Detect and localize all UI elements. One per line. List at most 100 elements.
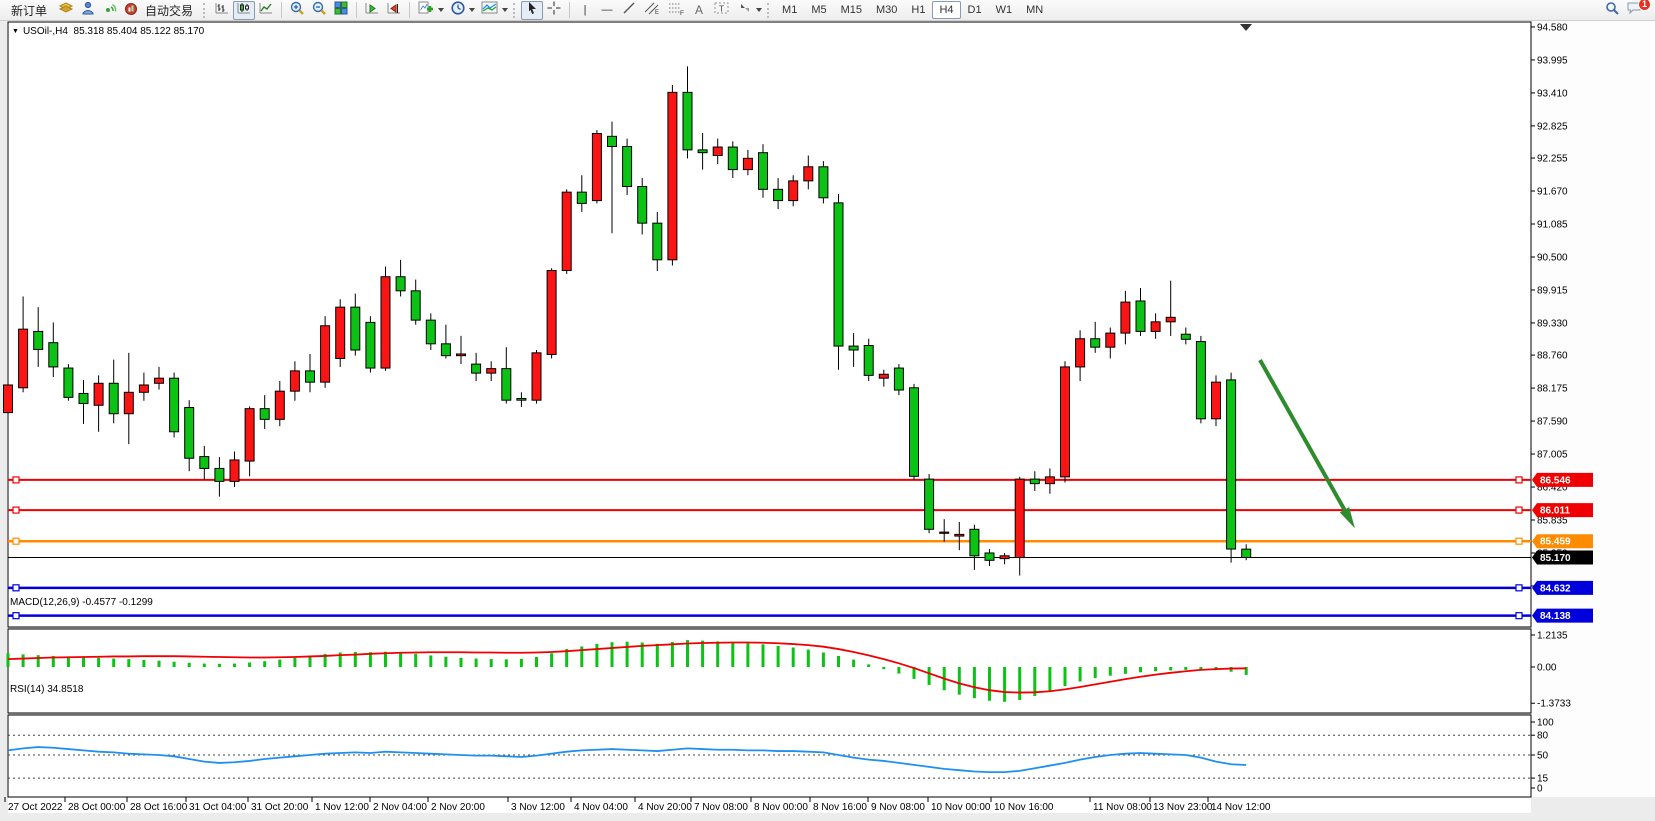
line-handle[interactable] <box>1516 585 1522 591</box>
line-chart-button[interactable] <box>255 1 277 20</box>
bar-chart-button[interactable] <box>211 1 233 20</box>
auto-scroll-icon <box>364 0 380 21</box>
trendline-tool-button[interactable] <box>618 1 640 20</box>
time-axis-label: 2 Nov 20:00 <box>431 802 485 813</box>
label-tool-button[interactable]: T <box>710 1 734 20</box>
search-button[interactable] <box>1601 1 1623 20</box>
auto-trading-icon <box>124 0 140 21</box>
svg-text:T: T <box>719 3 724 13</box>
chart-shift-icon <box>386 0 402 21</box>
svg-text:F: F <box>680 10 684 16</box>
zoom-in-button[interactable] <box>286 1 308 20</box>
gold-book-icon <box>58 0 74 21</box>
add-indicator-caret-icon[interactable] <box>438 8 444 12</box>
rsi-name: RSI(14) <box>10 684 44 695</box>
candlestick-chart-button[interactable] <box>233 1 255 20</box>
notification-count-badge: 1 <box>1638 0 1651 11</box>
toolbar-drag-handle[interactable] <box>203 3 208 18</box>
time-axis-label: 4 Nov 20:00 <box>638 802 692 813</box>
toolbar-drag-handle[interactable] <box>513 3 518 18</box>
zoom-out-button[interactable] <box>308 1 330 20</box>
line-handle[interactable] <box>13 477 19 483</box>
svg-text:84.138: 84.138 <box>1540 611 1571 622</box>
tab-timeframe-w1[interactable]: W1 <box>989 1 1020 19</box>
time-axis-label: 11 Nov 08:00 <box>1093 802 1152 813</box>
bar-chart-icon <box>214 0 230 21</box>
line-handle[interactable] <box>13 585 19 591</box>
tab-timeframe-d1[interactable]: D1 <box>961 1 989 19</box>
label-tool-icon: T <box>713 0 731 21</box>
svg-text:91.085: 91.085 <box>1537 220 1568 231</box>
line-handle[interactable] <box>13 613 19 619</box>
tab-timeframe-m15[interactable]: M15 <box>834 1 869 19</box>
line-handle[interactable] <box>1516 507 1522 513</box>
auto-trading-button[interactable]: 自动交易 <box>121 1 201 20</box>
symbol-dropdown-icon[interactable]: ▼ <box>12 28 19 35</box>
tab-timeframe-h1[interactable]: H1 <box>904 1 932 19</box>
svg-text:0.00: 0.00 <box>1537 663 1557 674</box>
svg-text:0: 0 <box>1537 784 1543 795</box>
line-handle[interactable] <box>1516 538 1522 544</box>
vertical-line-tool-button[interactable]: | <box>574 1 596 20</box>
equidistant-channel-icon: E <box>643 0 661 21</box>
arrows-tool-button[interactable] <box>734 1 765 20</box>
time-axis-label: 31 Oct 04:00 <box>189 802 247 813</box>
line-handle[interactable] <box>1516 613 1522 619</box>
line-handle[interactable] <box>13 538 19 544</box>
svg-text:85.459: 85.459 <box>1540 537 1571 548</box>
svg-text:86.011: 86.011 <box>1540 506 1570 517</box>
add-indicator-button[interactable] <box>414 1 447 20</box>
svg-text:91.670: 91.670 <box>1537 187 1568 198</box>
new-order-button[interactable]: 新订单 <box>3 1 55 20</box>
candlestick-chart-icon <box>236 0 252 21</box>
svg-text:E: E <box>655 10 659 16</box>
profile-button[interactable] <box>77 1 99 20</box>
auto-scroll-button[interactable] <box>361 1 383 20</box>
time-axis-label: 9 Nov 08:00 <box>871 802 925 813</box>
line-handle[interactable] <box>1516 477 1522 483</box>
toolbar-drag-handle[interactable] <box>767 3 772 18</box>
notifications-button[interactable]: 1 <box>1623 1 1646 20</box>
time-axis-label: 4 Nov 04:00 <box>574 802 628 813</box>
template-caret-icon[interactable] <box>502 8 508 12</box>
timeframe-group: M1 M5 M15 M30 H1 H4 D1 W1 MN <box>775 1 1050 19</box>
tab-timeframe-mn[interactable]: MN <box>1019 1 1050 19</box>
zoom-out-icon <box>311 0 327 21</box>
svg-text:100: 100 <box>1537 718 1554 729</box>
line-handle[interactable] <box>13 507 19 513</box>
clock-icon <box>450 0 466 21</box>
time-axis-label: 10 Nov 16:00 <box>994 802 1054 813</box>
vertical-line-icon: | <box>584 4 587 16</box>
tab-timeframe-h4[interactable]: H4 <box>932 1 960 19</box>
time-axis-label: 3 Nov 12:00 <box>511 802 565 813</box>
template-button[interactable] <box>478 1 511 20</box>
crosshair-tool-button[interactable] <box>543 1 565 20</box>
cursor-tool-button[interactable] <box>521 1 543 20</box>
period-button[interactable] <box>447 1 478 20</box>
arrows-caret-icon[interactable] <box>756 8 762 12</box>
svg-text:86.546: 86.546 <box>1540 475 1571 486</box>
chart-shift-button[interactable] <box>383 1 405 20</box>
fibonacci-tool-button[interactable]: F <box>664 1 688 20</box>
signal-button[interactable] <box>99 1 121 20</box>
time-axis-label: 28 Oct 16:00 <box>130 802 188 813</box>
tab-timeframe-m30[interactable]: M30 <box>869 1 904 19</box>
svg-text:87.590: 87.590 <box>1537 417 1568 428</box>
tile-windows-button[interactable] <box>330 1 352 20</box>
text-tool-button[interactable]: A <box>688 1 710 20</box>
signal-icon <box>102 0 118 21</box>
horizontal-line-tool-button[interactable]: — <box>596 1 618 20</box>
svg-text:85.170: 85.170 <box>1540 553 1571 564</box>
fibonacci-icon: F <box>667 0 685 21</box>
time-axis-label: 31 Oct 20:00 <box>251 802 309 813</box>
tab-timeframe-m1[interactable]: M1 <box>775 1 804 19</box>
tile-windows-icon <box>333 0 349 21</box>
metaeditor-button[interactable] <box>55 1 77 20</box>
period-caret-icon[interactable] <box>469 8 475 12</box>
chart-area[interactable]: 94.58093.99593.41092.82592.25591.67091.0… <box>0 21 1655 821</box>
time-axis-label: 10 Nov 00:00 <box>931 802 991 813</box>
svg-text:88.175: 88.175 <box>1537 384 1568 395</box>
channel-tool-button[interactable]: E <box>640 1 664 20</box>
tab-timeframe-m5[interactable]: M5 <box>804 1 833 19</box>
text-tool-icon: A <box>695 3 703 17</box>
